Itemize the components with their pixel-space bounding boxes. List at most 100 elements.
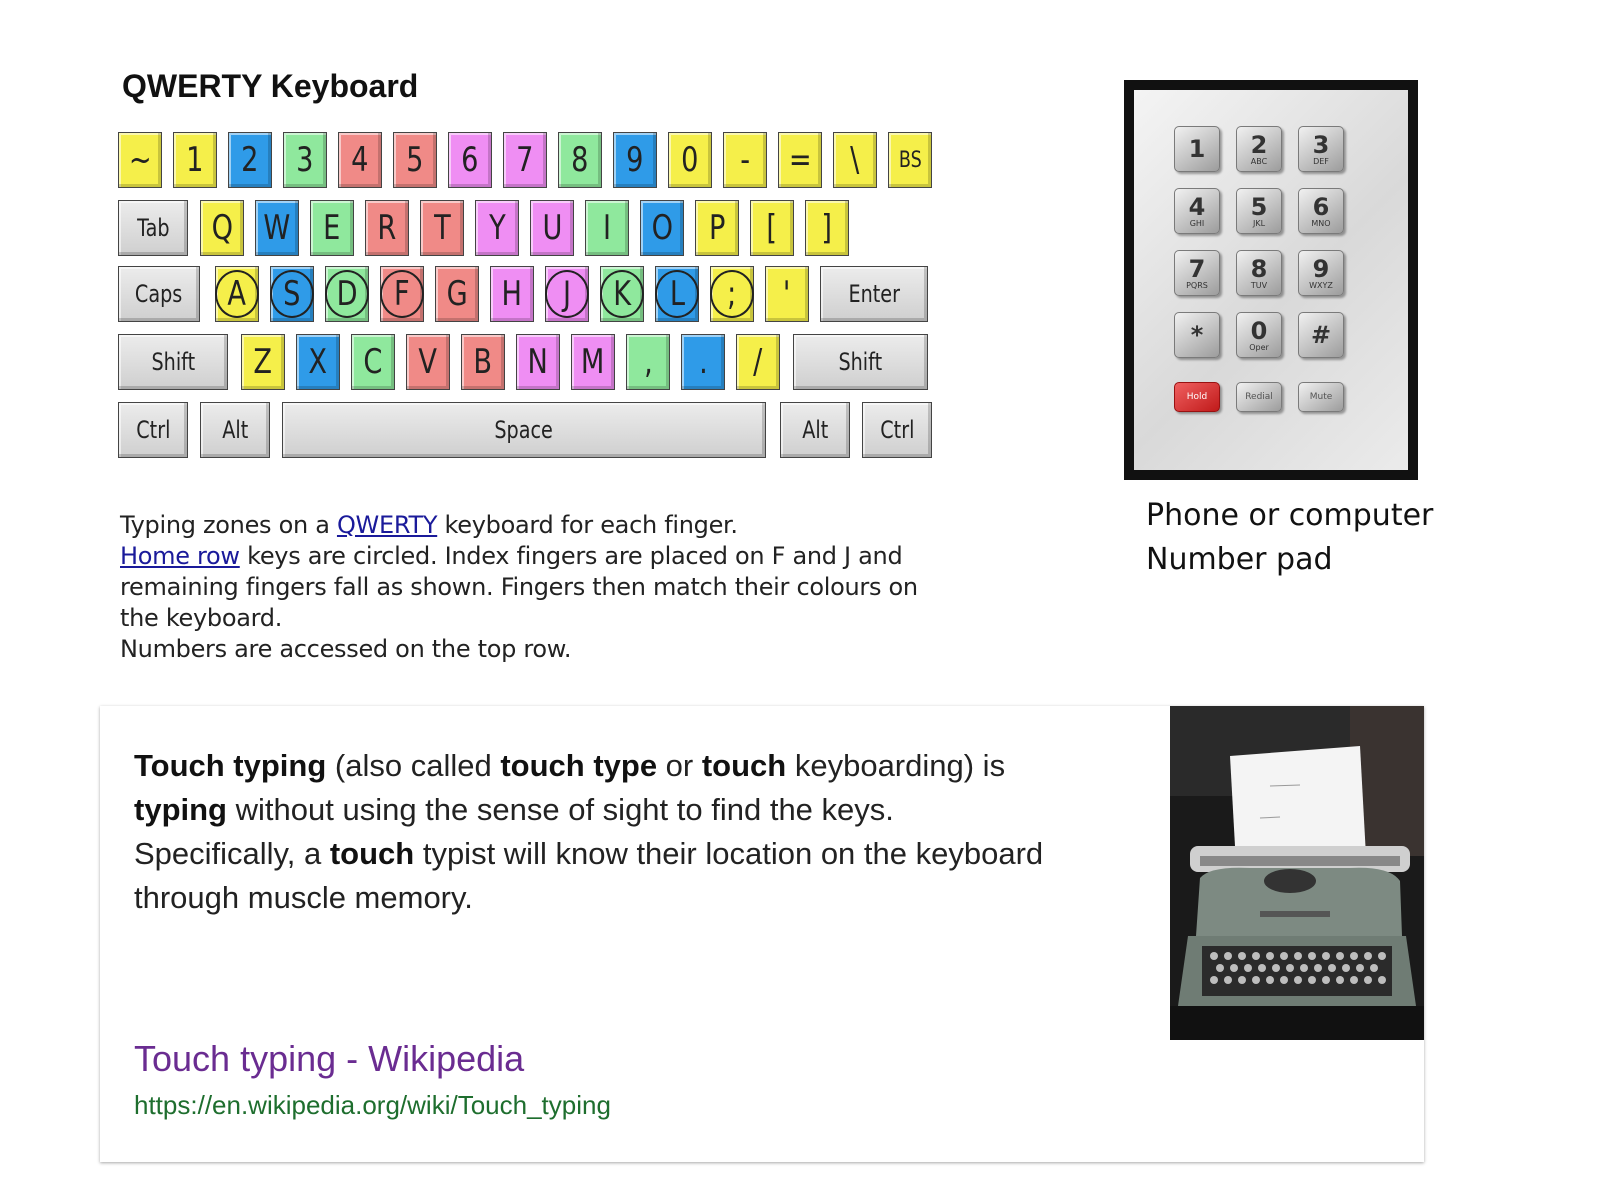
key-label: C [363,342,383,382]
home-row-circle [270,270,314,318]
key-char: T [420,200,464,256]
numpad-digit: 9 [1312,254,1330,283]
numpad-key: 5 JKL [1236,188,1282,234]
key-shift: Shift [118,334,228,390]
key-space: Space [282,402,766,458]
key-label: H [501,274,523,314]
key-char: ~ [118,132,162,188]
search-result-card: Touch typing (also called touch type or … [100,706,1424,1162]
key-label: , [643,342,653,382]
numpad-function-key: Mute [1298,382,1344,412]
key-label: Ctrl [879,416,915,444]
key-char: W [255,200,299,256]
key-label: X [308,342,328,382]
key-char: M [571,334,615,390]
key-char: B [461,334,505,390]
key-char: Y [475,200,519,256]
key-label: Ctrl [135,416,171,444]
key-label: Z [253,342,273,382]
numpad-digit: * [1190,321,1204,349]
key-label: 2 [241,140,259,180]
numpad-function-label: Hold [1186,391,1208,402]
key-char: 9 [613,132,657,188]
key-char: 2 [228,132,272,188]
key-char: , [626,334,670,390]
numpad-caption-line-1: Phone or computer [1146,498,1434,533]
key-label: 9 [626,140,644,180]
key-char: H [490,266,534,322]
key-alt: Alt [200,402,270,458]
keyboard-title: QWERTY Keyboard [122,68,419,104]
key-char: X [296,334,340,390]
key-label: N [527,342,549,382]
key-char: 5 [393,132,437,188]
qwerty-link[interactable]: QWERTY [337,511,438,539]
numpad-key: 9 WXYZ [1298,250,1344,296]
numpad-digit: 6 [1312,192,1330,221]
caption-line-1: Typing zones on a QWERTY keyboard for ea… [120,511,738,539]
key-caps: Caps [118,266,200,322]
numpad-digit: 7 [1188,254,1206,283]
key-ctrl: Ctrl [118,402,188,458]
key-tab: Tab [118,200,188,256]
caption-line-5: Numbers are accessed on the top row. [120,635,572,663]
numpad-key: 8 TUV [1236,250,1282,296]
key-bs: BS [888,132,932,188]
numpad-digit: 1 [1188,135,1206,163]
key-char: 0 [668,132,712,188]
caption-line-4: the keyboard. [120,604,283,632]
numpad-caption-line-2: Number pad [1146,542,1333,577]
numpad-key: 0 Oper [1236,312,1282,358]
key-label: P [708,208,726,248]
key-char: . [681,334,725,390]
typewriter-illustration [1170,706,1424,1040]
numpad-key: 6 MNO [1298,188,1344,234]
numpad-function-label: Mute [1309,391,1333,402]
numpad-digit: 0 [1250,316,1268,345]
numpad-image: 1 2 ABC 3 DEF 4 GHI 5 JKL 6 MNO 7 PQRS 8 TUV 9 WXYZ * 0 Ope… [1124,80,1418,480]
key-char: D [325,266,369,322]
key-char: E [310,200,354,256]
numpad-letters: DEF [1313,156,1329,166]
key-char: [ [750,200,794,256]
key-label: I [602,208,612,248]
key-label: . [698,342,708,382]
key-char: 8 [558,132,602,188]
key-label: = [788,140,812,180]
key-char: ] [805,200,849,256]
home-row-circle [380,270,424,318]
key-label: Tab [136,214,170,242]
key-label: E [323,208,341,248]
key-label: R [377,208,397,248]
key-char: R [365,200,409,256]
numpad-letters: JKL [1252,218,1266,228]
typewriter-photo[interactable] [1170,706,1424,1040]
numpad-letters: MNO [1311,218,1331,228]
key-char: G [435,266,479,322]
key-char: N [516,334,560,390]
key-char: 1 [173,132,217,188]
key-char: S [270,266,314,322]
result-url: https://en.wikipedia.org/wiki/Touch_typi… [134,1090,611,1120]
numpad-key: 1 [1174,126,1220,172]
key-label: V [418,342,438,382]
key-label: Y [488,208,506,248]
numpad-letters: ABC [1250,156,1268,166]
key-label: T [433,208,451,248]
key-label: 3 [296,140,314,180]
key-char: ; [710,266,754,322]
numpad-function-key: Hold [1174,382,1220,412]
key-char: J [545,266,589,322]
numpad-panel: 1 2 ABC 3 DEF 4 GHI 5 JKL 6 MNO 7 PQRS 8 TUV 9 WXYZ * 0 Ope… [1134,90,1408,470]
key-char: Q [200,200,244,256]
key-label: Space [494,416,554,444]
numpad-letters: GHI [1189,218,1205,228]
home-row-circle [325,270,369,318]
key-char: 7 [503,132,547,188]
key-label: [ [766,208,778,248]
wikipedia-result-link[interactable]: Touch typing - Wikipedia [134,1038,524,1080]
key-char: F [380,266,424,322]
home-row-link[interactable]: Home row [120,542,240,570]
numpad-key: * [1174,312,1220,358]
key-label: 5 [406,140,424,180]
